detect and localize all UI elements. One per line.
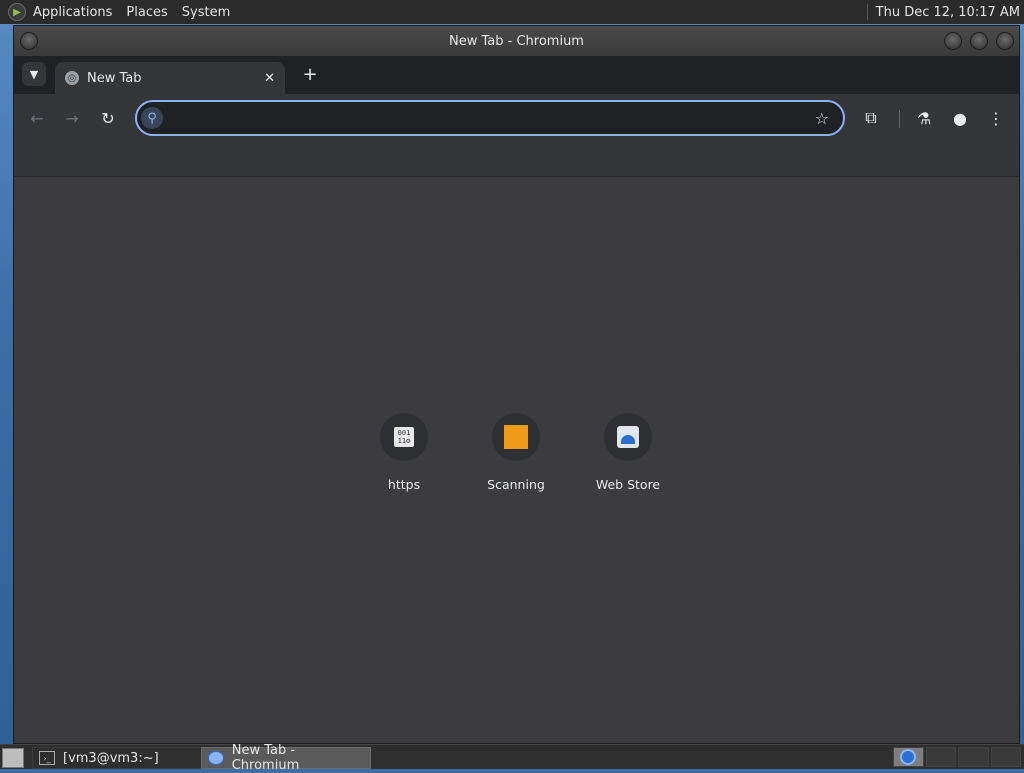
browser-window: New Tab - Chromium ▼ ◎ New Tab ✕ + ← → ↻…: [13, 25, 1020, 744]
workspace-1[interactable]: [893, 747, 924, 767]
shortcut-label: https: [387, 477, 421, 492]
address-input[interactable]: [169, 105, 815, 131]
reload-icon: ↻: [101, 108, 115, 128]
taskbar-item-chromium[interactable]: New Tab - Chromium: [201, 743, 371, 773]
profile-button[interactable]: ●: [948, 106, 972, 130]
web-store-icon: [617, 426, 639, 448]
menu-button[interactable]: ⋮: [984, 106, 1008, 130]
arrow-left-icon: ←: [30, 108, 44, 128]
labs-button[interactable]: ⚗: [912, 106, 936, 130]
bookmark-star-icon[interactable]: ☆: [815, 109, 829, 128]
clock-area: Thu Dec 12, 10:17 AM: [866, 0, 1024, 24]
extensions-button[interactable]: ⧉: [859, 106, 883, 130]
profile-icon: ●: [953, 108, 967, 128]
minimize-button[interactable]: [944, 32, 962, 50]
new-tab-page: 001 11⚙ https Scanning Web Store: [14, 177, 1019, 743]
search-icon: ⚲: [141, 107, 163, 129]
tab-title: New Tab: [87, 70, 142, 86]
more-vertical-icon: ⋮: [988, 108, 1004, 128]
bookmarks-bar: [14, 142, 1019, 177]
taskbar-item-label: [vm3@vm3:~]: [63, 750, 159, 766]
flask-icon: ⚗: [916, 108, 932, 128]
reload-button[interactable]: ↻: [96, 106, 120, 130]
shortcut-scanning[interactable]: Scanning: [460, 413, 572, 503]
window-title: New Tab - Chromium: [449, 33, 584, 49]
shortcut-label: Web Store: [595, 477, 661, 492]
back-button[interactable]: ←: [25, 106, 49, 130]
tab-new-tab[interactable]: ◎ New Tab ✕: [55, 62, 285, 94]
window-titlebar[interactable]: New Tab - Chromium: [14, 26, 1019, 56]
plus-icon: +: [302, 63, 318, 85]
menu-applications[interactable]: Applications: [26, 0, 119, 24]
globe-icon: ◎: [65, 71, 79, 85]
omnibox[interactable]: ⚲ ☆: [135, 100, 845, 136]
shortcut-web-store[interactable]: Web Store: [572, 413, 684, 503]
shortcut-https[interactable]: 001 11⚙ https: [348, 413, 460, 503]
workspace-switcher: [893, 747, 1023, 767]
panel-clock[interactable]: Thu Dec 12, 10:17 AM: [876, 5, 1024, 20]
menu-system[interactable]: System: [175, 0, 237, 24]
arrow-right-icon: →: [65, 108, 79, 128]
shortcut-bubble: [492, 413, 540, 461]
bottom-taskbar: ›_ [vm3@vm3:~] New Tab - Chromium: [0, 743, 1024, 773]
workspace-4[interactable]: [990, 747, 1021, 767]
window-menu-button[interactable]: [20, 32, 38, 50]
shortcut-label: Scanning: [487, 477, 545, 492]
terminal-icon: ›_: [39, 751, 55, 765]
binary-file-icon: 001 11⚙: [394, 427, 414, 447]
shortcut-bubble: [604, 413, 652, 461]
taskbar-item-terminal[interactable]: ›_ [vm3@vm3:~]: [32, 747, 202, 769]
puzzle-icon: ⧉: [865, 108, 877, 127]
menu-places[interactable]: Places: [119, 0, 174, 24]
panel-menu-bar: ▶ Applications Places System: [0, 0, 237, 24]
close-window-button[interactable]: [996, 32, 1014, 50]
chromium-icon: [208, 751, 224, 765]
chromium-icon: [900, 749, 917, 765]
close-tab-icon[interactable]: ✕: [264, 71, 275, 86]
tab-search-button[interactable]: ▼: [22, 62, 46, 86]
workspace-3[interactable]: [958, 747, 989, 767]
show-desktop-icon[interactable]: [2, 748, 24, 768]
new-tab-button[interactable]: +: [298, 62, 322, 86]
tab-strip: ▼ ◎ New Tab ✕ +: [14, 56, 1019, 94]
maximize-button[interactable]: [970, 32, 988, 50]
browser-toolbar: ← → ↻ ⚲ ☆ ⧉ ⚗ ● ⋮: [14, 94, 1019, 142]
orange-square-icon: [504, 425, 528, 449]
applications-logo-icon[interactable]: ▶: [8, 3, 26, 21]
taskbar-item-label: New Tab - Chromium: [231, 743, 300, 773]
forward-button[interactable]: →: [60, 106, 84, 130]
chevron-down-icon: ▼: [29, 67, 39, 81]
toolbar-separator: [899, 110, 900, 128]
shortcut-bubble: 001 11⚙: [380, 413, 428, 461]
workspace-2[interactable]: [925, 747, 956, 767]
top-panel: ▶ Applications Places System Thu Dec 12,…: [0, 0, 1024, 24]
panel-separator: [866, 4, 868, 20]
